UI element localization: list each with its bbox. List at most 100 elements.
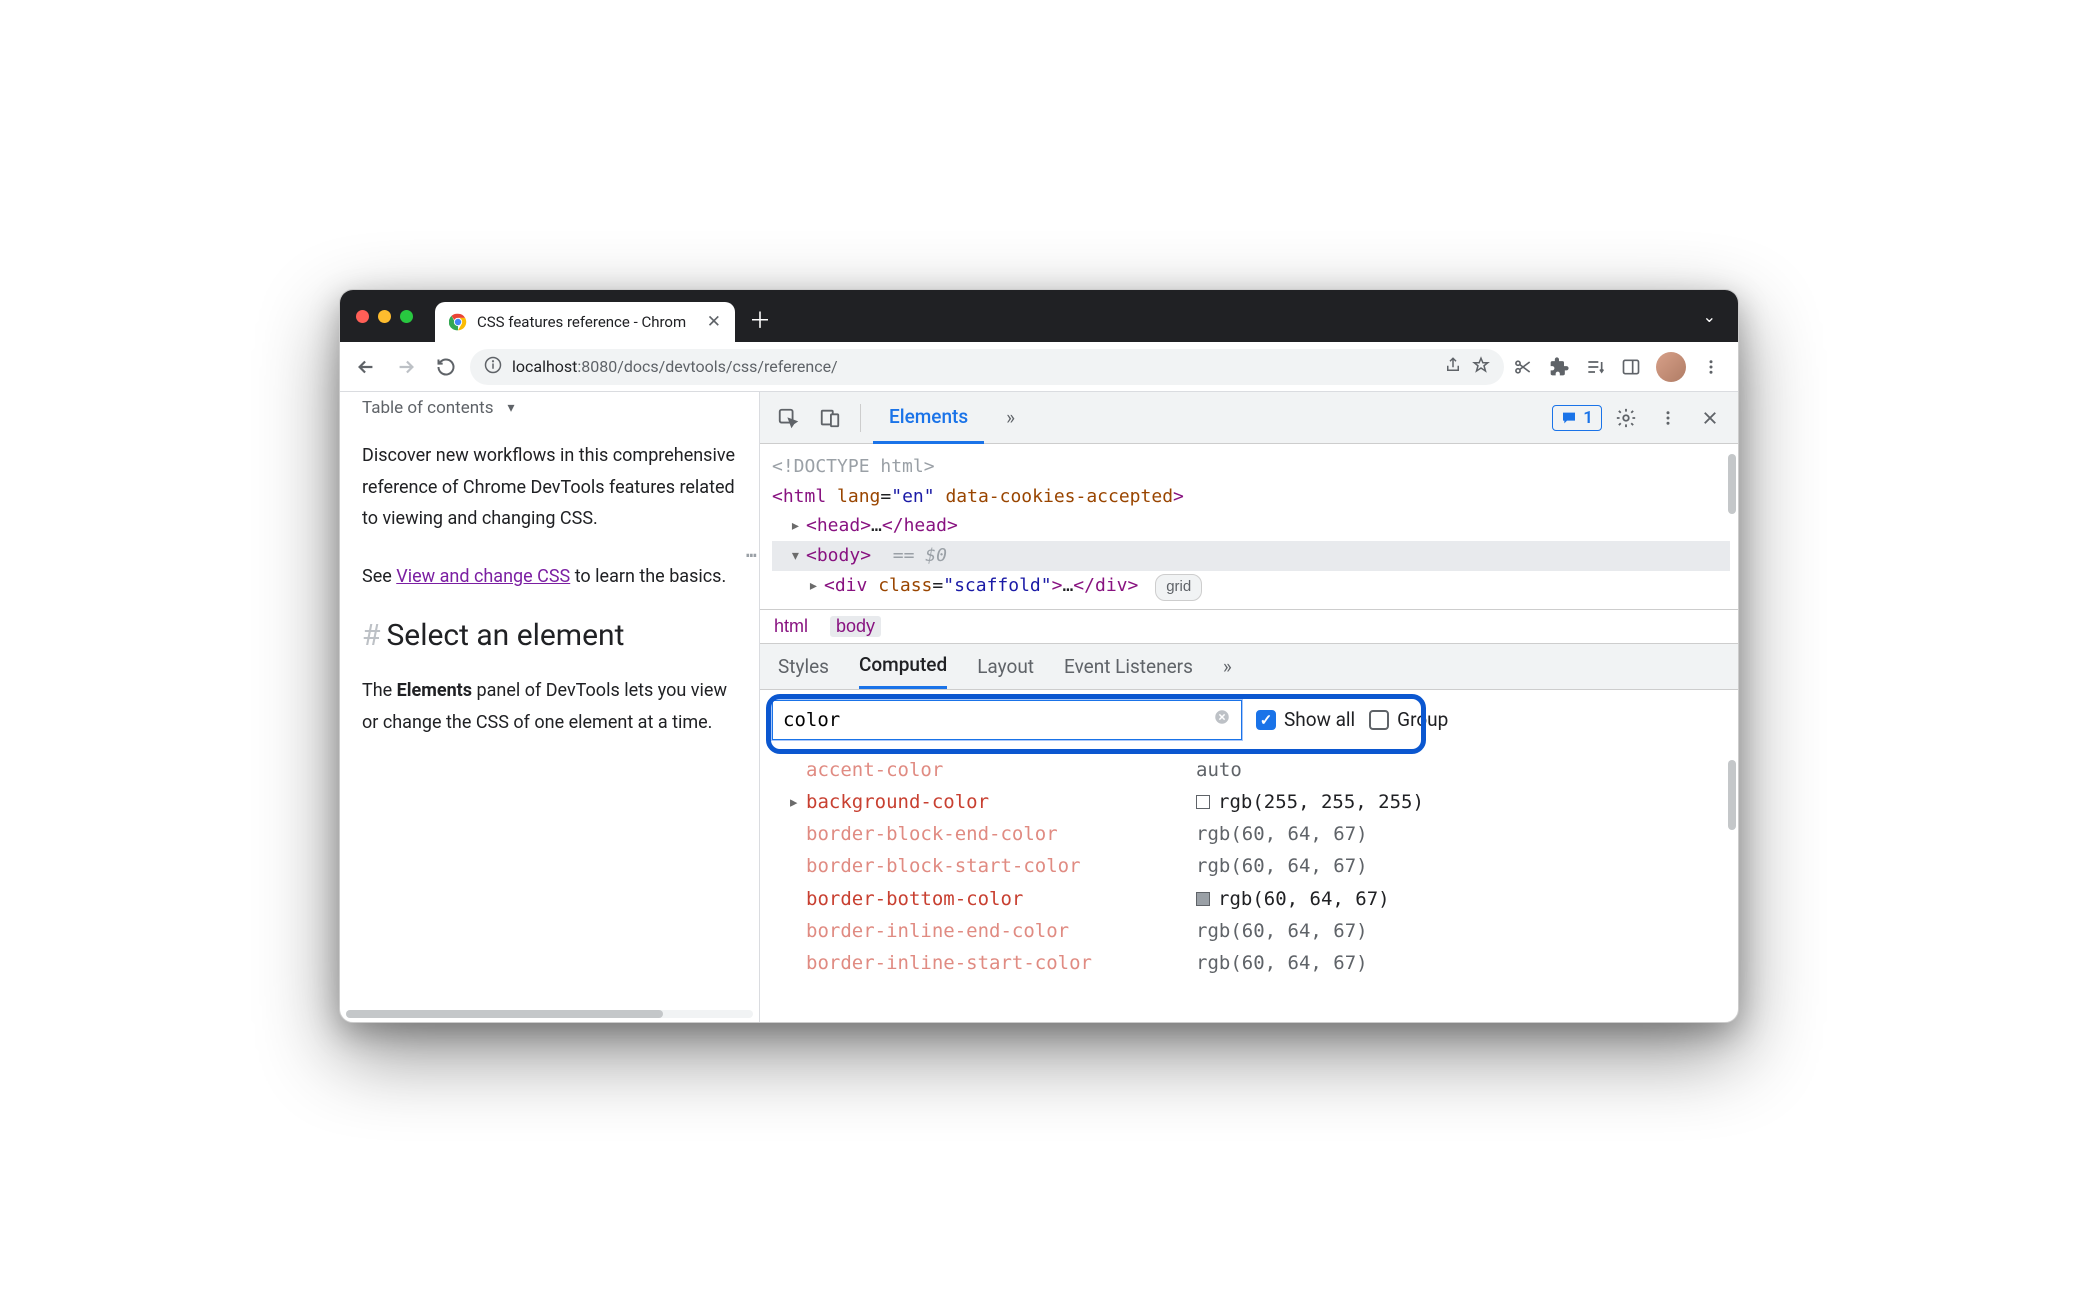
titlebar: CSS features reference - Chrom ✕ ＋ ⌄ (340, 290, 1738, 342)
chevron-down-icon: ▾ (507, 400, 514, 416)
devtools-tabs: Elements » 1 (760, 392, 1738, 444)
close-devtools-icon[interactable] (1692, 400, 1728, 436)
property-value: auto (1196, 754, 1242, 786)
subtab-event-listeners[interactable]: Event Listeners (1064, 643, 1193, 689)
devtools-kebab-icon[interactable] (1650, 400, 1686, 436)
section-heading: #Select an element (362, 618, 737, 653)
chrome-favicon-icon (449, 313, 467, 331)
color-swatch-icon[interactable] (1196, 892, 1210, 906)
property-name: background-color (806, 786, 1196, 818)
subtabs-overflow-icon[interactable]: » (1223, 643, 1232, 689)
browser-tab[interactable]: CSS features reference - Chrom ✕ (435, 302, 735, 342)
bookmark-star-icon[interactable] (1472, 356, 1490, 378)
computed-properties-list: accent-colorauto▸background-colorrgb(255… (760, 750, 1738, 1023)
site-info-icon[interactable] (484, 356, 502, 378)
inspect-element-icon[interactable] (770, 400, 806, 436)
computed-property-row[interactable]: ▸background-colorrgb(255, 255, 255) (788, 786, 1738, 818)
property-name: border-block-start-color (806, 850, 1196, 882)
group-checkbox[interactable]: Group (1369, 708, 1448, 731)
computed-property-row[interactable]: border-block-end-colorrgb(60, 64, 67) (788, 818, 1738, 850)
reading-list-icon[interactable] (1584, 356, 1606, 378)
devtools-pane: Elements » 1 <!DOC (760, 392, 1738, 1022)
url-text: localhost:8080/docs/devtools/css/referen… (512, 357, 838, 376)
new-tab-button[interactable]: ＋ (745, 304, 775, 334)
share-icon[interactable] (1444, 356, 1462, 378)
crumb-body[interactable]: body (830, 616, 881, 637)
property-value: rgb(60, 64, 67) (1196, 818, 1368, 850)
property-value: rgb(60, 64, 67) (1196, 915, 1368, 947)
issues-badge[interactable]: 1 (1552, 405, 1602, 431)
forward-button[interactable] (390, 351, 422, 383)
anchor-hash-icon[interactable]: # (362, 618, 380, 653)
checkbox-unchecked-icon (1369, 710, 1389, 730)
address-bar[interactable]: localhost:8080/docs/devtools/css/referen… (470, 349, 1504, 385)
window-controls (356, 310, 413, 323)
tab-elements[interactable]: Elements (873, 392, 984, 444)
kebab-menu-icon[interactable] (1700, 356, 1722, 378)
dom-doctype[interactable]: <!DOCTYPE html> (772, 452, 1730, 482)
selection-dots-icon: ⋯ (746, 541, 758, 571)
scissors-icon[interactable] (1512, 356, 1534, 378)
subtab-computed[interactable]: Computed (859, 643, 947, 689)
property-name: border-inline-end-color (806, 915, 1196, 947)
computed-property-row[interactable]: border-bottom-colorrgb(60, 64, 67) (788, 883, 1738, 915)
toolbar-actions (1512, 352, 1728, 382)
intro-paragraph: Discover new workflows in this comprehen… (362, 440, 737, 535)
filter-input[interactable] (772, 700, 1242, 740)
settings-gear-icon[interactable] (1608, 400, 1644, 436)
property-value: rgb(60, 64, 67) (1196, 850, 1368, 882)
tab-title: CSS features reference - Chrom (477, 313, 686, 331)
computed-property-row[interactable]: accent-colorauto (788, 754, 1738, 786)
crumb-html[interactable]: html (774, 616, 808, 637)
color-swatch-icon[interactable] (1196, 795, 1210, 809)
device-toolbar-icon[interactable] (812, 400, 848, 436)
section-paragraph: The Elements panel of DevTools lets you … (362, 675, 737, 738)
filter-input-field[interactable] (783, 709, 1213, 731)
back-button[interactable] (350, 351, 382, 383)
property-name: border-inline-start-color (806, 947, 1196, 979)
property-value: rgb(60, 64, 67) (1196, 883, 1390, 915)
view-change-css-link[interactable]: View and change CSS (396, 566, 570, 587)
tabs-menu-icon[interactable]: ⌄ (1693, 307, 1726, 326)
toc-label: Table of contents (362, 398, 493, 418)
dom-html[interactable]: <html lang="en" data-cookies-accepted> (772, 482, 1730, 512)
horizontal-scrollbar[interactable] (346, 1010, 753, 1018)
computed-filter-row: ✓ Show all Group (760, 690, 1738, 750)
clear-filter-icon[interactable] (1213, 708, 1231, 731)
property-value: rgb(255, 255, 255) (1196, 786, 1424, 818)
toc-toggle[interactable]: Table of contents ▾ (362, 398, 737, 418)
page-preview-pane: Table of contents ▾ Discover new workflo… (340, 392, 760, 1022)
dom-scrollbar[interactable] (1728, 454, 1736, 514)
reload-button[interactable] (430, 351, 462, 383)
dom-head[interactable]: ▸<head>…</head> (772, 511, 1730, 541)
subtab-layout[interactable]: Layout (977, 643, 1034, 689)
show-all-checkbox[interactable]: ✓ Show all (1256, 708, 1355, 731)
maximize-window-button[interactable] (400, 310, 413, 323)
computed-property-row[interactable]: border-inline-start-colorrgb(60, 64, 67) (788, 947, 1738, 979)
content-area: Table of contents ▾ Discover new workflo… (340, 392, 1738, 1022)
close-window-button[interactable] (356, 310, 369, 323)
dom-div-scaffold[interactable]: ▸<div class="scaffold">…</div> grid (772, 571, 1730, 601)
property-name: border-bottom-color (806, 883, 1196, 915)
side-panel-icon[interactable] (1620, 356, 1642, 378)
property-name: border-block-end-color (806, 818, 1196, 850)
computed-property-row[interactable]: border-inline-end-colorrgb(60, 64, 67) (788, 915, 1738, 947)
dom-body-selected[interactable]: ⋯ ▾<body> == $0 (772, 541, 1730, 571)
property-value: rgb(60, 64, 67) (1196, 947, 1368, 979)
dom-tree[interactable]: <!DOCTYPE html> <html lang="en" data-coo… (760, 444, 1738, 610)
expand-arrow-icon: ▸ (788, 786, 806, 818)
minimize-window-button[interactable] (378, 310, 391, 323)
computed-scrollbar[interactable] (1728, 760, 1736, 830)
subtab-styles[interactable]: Styles (778, 643, 829, 689)
styles-subtabs: Styles Computed Layout Event Listeners » (760, 644, 1738, 690)
profile-avatar[interactable] (1656, 352, 1686, 382)
extensions-icon[interactable] (1548, 356, 1570, 378)
computed-property-row[interactable]: border-block-start-colorrgb(60, 64, 67) (788, 850, 1738, 882)
see-also-paragraph: See View and change CSS to learn the bas… (362, 561, 737, 593)
property-name: accent-color (806, 754, 1196, 786)
close-tab-icon[interactable]: ✕ (707, 312, 721, 332)
grid-badge[interactable]: grid (1155, 574, 1202, 601)
browser-window: CSS features reference - Chrom ✕ ＋ ⌄ loc… (339, 289, 1739, 1023)
toolbar: localhost:8080/docs/devtools/css/referen… (340, 342, 1738, 392)
tabs-overflow-icon[interactable]: » (990, 392, 1031, 444)
